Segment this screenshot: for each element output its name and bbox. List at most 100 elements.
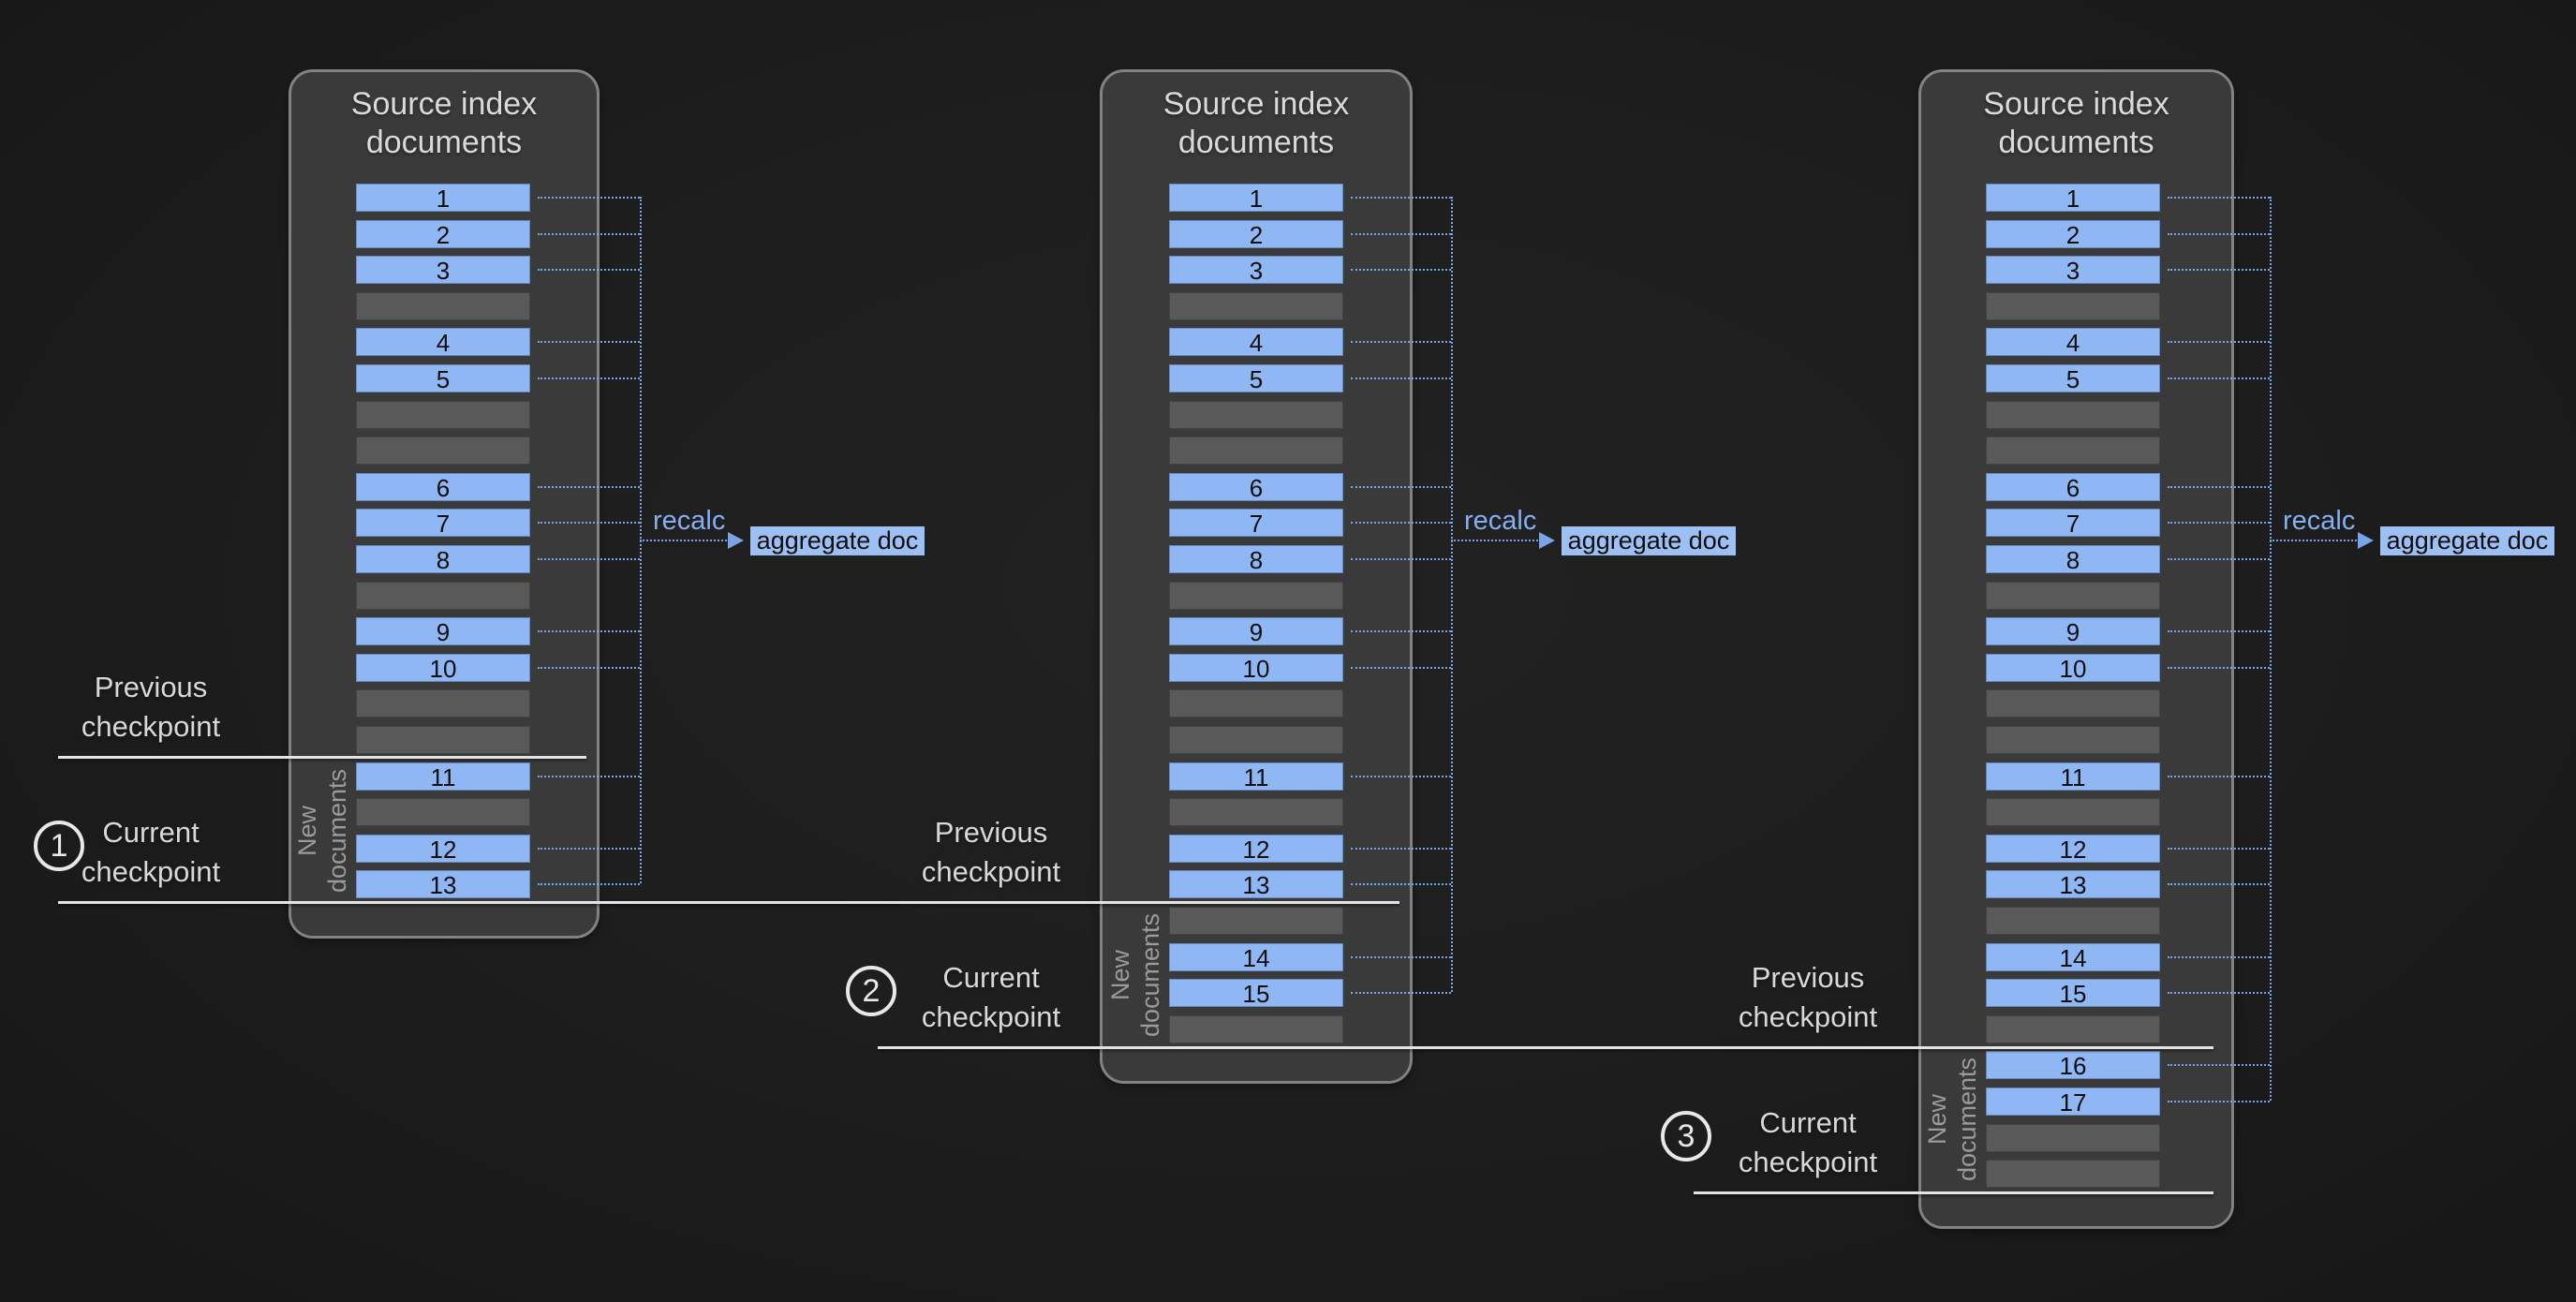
empty-slot-bar [1169,292,1343,320]
empty-slot-bar [1986,582,2160,610]
document-bar: 1 [1169,184,1343,212]
document-bar: 16 [1986,1051,2160,1079]
document-bar: 3 [356,256,530,284]
panel-title: Source index [1918,86,2234,123]
panel-title: documents [1918,125,2234,161]
document-bar: 5 [1986,364,2160,392]
empty-slot-bar [1986,401,2160,429]
doc-connector-line [2168,630,2270,632]
empty-slot-bar [1986,907,2160,935]
doc-connector-line [2168,522,2270,524]
empty-slot-bar [1986,798,2160,826]
document-bar: 3 [1986,256,2160,284]
empty-slot-bar [356,798,530,826]
previous-checkpoint-label-line: checkpoint [1649,998,1967,1037]
recalc-arrowhead [728,532,744,549]
empty-slot-bar [1169,907,1343,935]
doc-connector-line [538,522,640,524]
document-bar: 11 [1169,762,1343,791]
recalc-label: recalc [1464,506,1536,537]
doc-connector-line [2168,992,2270,994]
doc-connector-line [2168,558,2270,560]
document-bar: 10 [1986,654,2160,682]
doc-connector-line [1351,269,1451,271]
doc-connector-line [1351,522,1451,524]
panel-title: Source index [289,86,600,123]
checkpoint-number-badge: 2 [846,966,896,1016]
document-bar: 7 [1169,509,1343,537]
previous-checkpoint-label-line: Previous [0,668,310,707]
empty-slot-bar [1169,436,1343,465]
doc-connector-line [1351,956,1451,958]
empty-slot-bar [356,726,530,754]
aggregate-doc-box: aggregate doc [750,526,925,555]
document-bar: 1 [356,184,530,212]
empty-slot-bar [1169,582,1343,610]
empty-slot-bar [356,582,530,610]
doc-connector-line [2168,377,2270,379]
doc-connector-line [538,486,640,488]
empty-slot-bar [1169,689,1343,718]
previous-checkpoint-label-line: checkpoint [832,852,1150,892]
previous-checkpoint-label-line: Previous [832,813,1150,852]
empty-slot-bar [1986,292,2160,320]
empty-slot-bar [1169,726,1343,754]
empty-slot-bar [1986,689,2160,718]
document-bar: 5 [1169,364,1343,392]
doc-connector-line [1351,377,1451,379]
document-bar: 2 [1986,220,2160,248]
doc-connector-line [2168,667,2270,669]
document-bar: 15 [1169,979,1343,1007]
previous-checkpoint-label: Previouscheckpoint [1649,958,1967,1037]
checkpoint-line-panel-1-current-panel-2-previous [58,901,1399,904]
document-bar: 11 [1986,762,2160,791]
aggregate-doc-box: aggregate doc [2380,526,2554,555]
panel-title: documents [289,125,600,161]
new-documents-label-line: documents [322,769,352,893]
doc-connector-line [2168,269,2270,271]
aggregate-doc-box: aggregate doc [1562,526,1736,555]
recalc-label: recalc [653,506,725,537]
doc-connector-line [538,558,640,560]
document-bar: 10 [1169,654,1343,682]
doc-connector-line [1351,848,1451,850]
previous-checkpoint-label: Previouscheckpoint [0,668,310,747]
document-bar: 4 [1169,328,1343,356]
document-bar: 13 [356,870,530,898]
empty-slot-bar [1986,726,2160,754]
doc-connector-line [2168,956,2270,958]
checkpoint-number-badge: 3 [1661,1111,1711,1161]
doc-connector-line [538,848,640,850]
doc-connector-line [2168,233,2270,235]
doc-connector-line [1351,558,1451,560]
doc-connector-line [538,233,640,235]
document-bar: 5 [356,364,530,392]
doc-connector-line [538,630,640,632]
previous-checkpoint-label-line: checkpoint [0,707,310,747]
doc-connector-line [1351,630,1451,632]
checkpoint-line-panel-1-previous [58,756,586,759]
doc-connector-line [2168,776,2270,777]
doc-connector-line [2168,1064,2270,1066]
doc-connector-line [538,776,640,777]
previous-checkpoint-label: Previouscheckpoint [832,813,1150,892]
transform-checkpoint-diagram: Source indexdocuments12345678910111213re… [0,0,2576,1302]
document-bar: 4 [356,328,530,356]
document-bar: 3 [1169,256,1343,284]
document-bar: 12 [356,835,530,863]
empty-slot-bar [1986,436,2160,465]
empty-slot-bar [1169,1015,1343,1043]
doc-connector-line [2168,486,2270,488]
doc-connector-line [2168,848,2270,850]
empty-slot-bar [1986,1160,2160,1188]
doc-connector-line [1351,197,1451,199]
document-bar: 11 [356,762,530,791]
document-bar: 8 [1986,545,2160,573]
document-bar: 2 [1169,220,1343,248]
doc-connector-line [538,269,640,271]
bracket-line [1451,197,1453,992]
document-bar: 12 [1169,835,1343,863]
document-bar: 6 [1169,473,1343,501]
empty-slot-bar [1986,1124,2160,1152]
panel-title: documents [1100,125,1413,161]
